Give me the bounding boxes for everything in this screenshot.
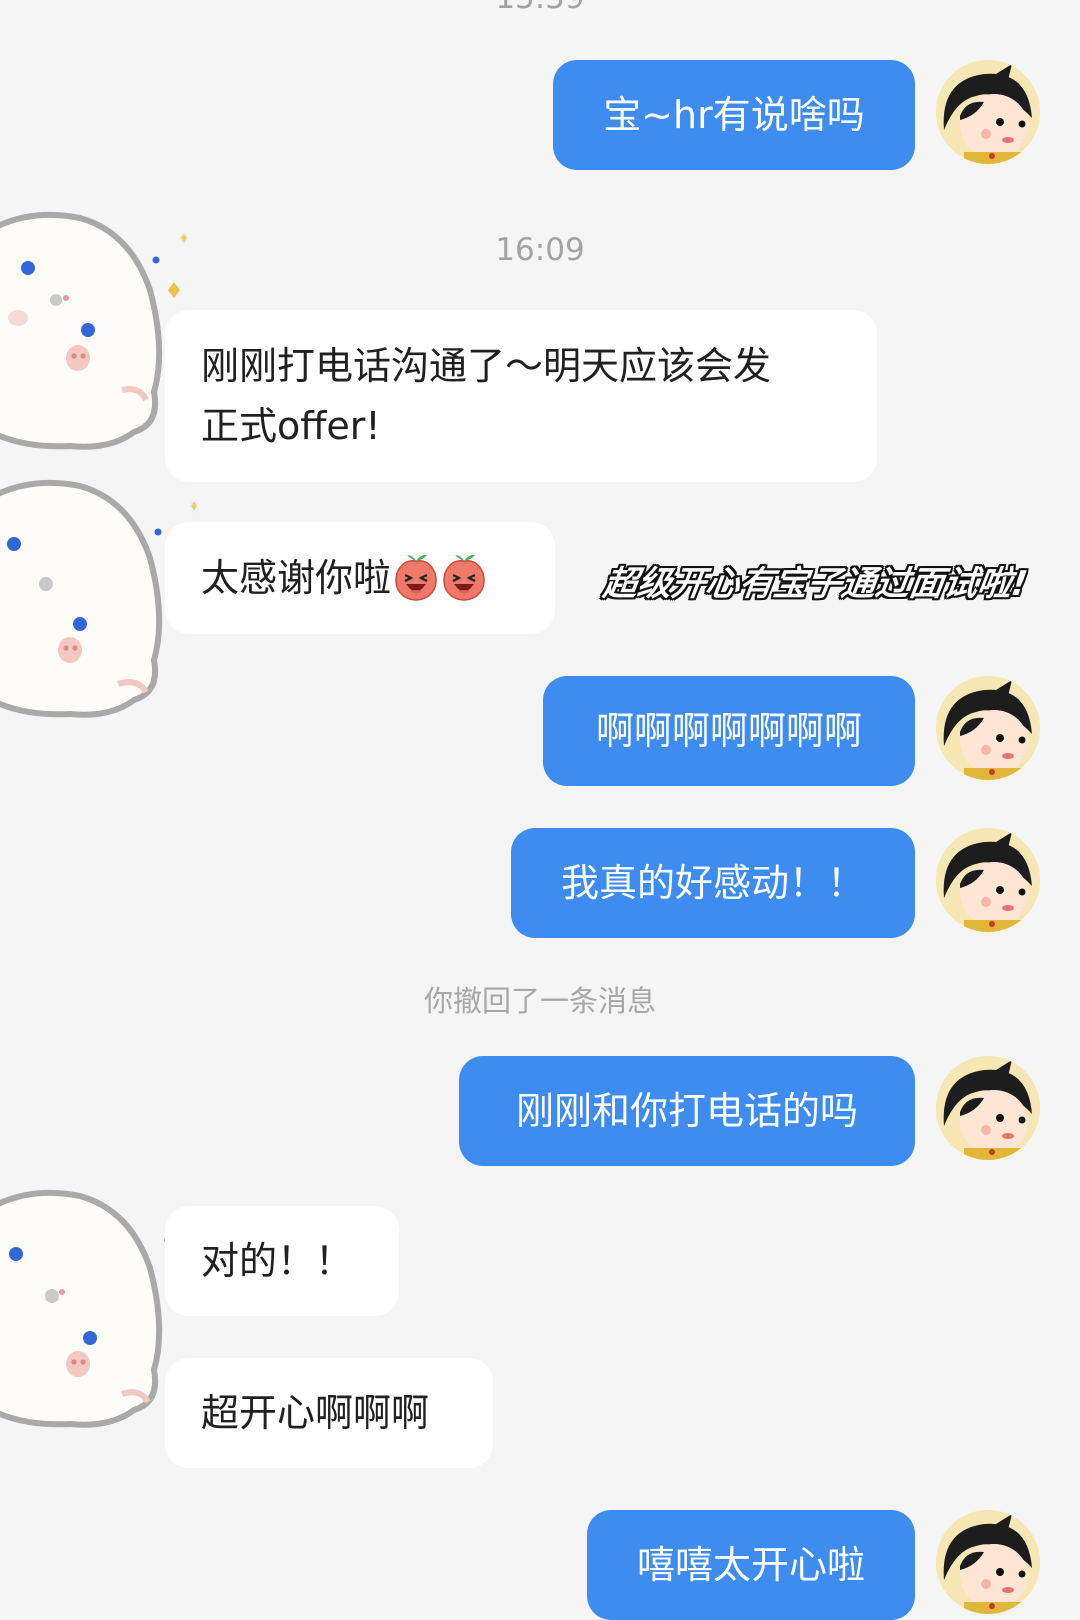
- incoming-message[interactable]: 对的！！: [165, 1206, 399, 1316]
- self-avatar[interactable]: [936, 1510, 1040, 1614]
- contact-avatar[interactable]: [0, 478, 175, 728]
- cartoon-girl-avatar-icon: [936, 1510, 1040, 1614]
- outgoing-message[interactable]: 宝~hr有说啥吗: [553, 60, 915, 170]
- message-text: 宝~hr有说啥吗: [603, 93, 865, 137]
- white-fluffy-ghost-sticker-icon: [0, 479, 163, 718]
- overlay-caption: 超级开心有宝子通过面试啦!: [600, 564, 1030, 604]
- self-avatar[interactable]: [936, 676, 1040, 780]
- cartoon-girl-avatar-icon: [936, 676, 1040, 780]
- outgoing-message[interactable]: 嘻嘻太开心啦: [587, 1510, 915, 1620]
- laughing-peach-emoji-icon: [443, 554, 485, 601]
- self-avatar[interactable]: [936, 828, 1040, 932]
- contact-avatar[interactable]: [0, 210, 175, 460]
- timestamp-top: 15:59: [0, 0, 1080, 16]
- message-text-block: 刚刚打电话沟通了～明天应该会发 正式offer!: [201, 336, 771, 456]
- message-text: 刚刚和你打电话的吗: [515, 1089, 858, 1133]
- self-avatar[interactable]: [936, 60, 1040, 164]
- white-fluffy-ghost-sticker-icon: [0, 1189, 163, 1428]
- sparkle-icon: [152, 230, 190, 298]
- cartoon-girl-avatar-icon: [936, 60, 1040, 164]
- message-text: 啊啊啊啊啊啊啊: [595, 709, 862, 753]
- cartoon-girl-avatar-icon: [936, 828, 1040, 932]
- cartoon-girl-avatar-icon: [936, 1056, 1040, 1160]
- outgoing-message[interactable]: 刚刚和你打电话的吗: [459, 1056, 915, 1166]
- self-avatar[interactable]: [936, 1056, 1040, 1160]
- white-fluffy-ghost-sticker-icon: [0, 211, 163, 450]
- contact-avatar[interactable]: [0, 1188, 175, 1438]
- message-text: 我真的好感动！！: [560, 861, 865, 905]
- incoming-message[interactable]: 刚刚打电话沟通了～明天应该会发 正式offer!: [165, 310, 877, 482]
- message-text: 超开心啊啊啊: [201, 1391, 430, 1435]
- recall-notice: 你撤回了一条消息: [423, 984, 656, 1018]
- message-text: 太感谢你啦: [201, 556, 392, 600]
- message-text-line: 刚刚打电话沟通了～明天应该会发: [201, 344, 772, 388]
- outgoing-message[interactable]: 啊啊啊啊啊啊啊: [543, 676, 915, 786]
- laughing-peach-emoji-icon: [395, 554, 437, 601]
- message-text: 对的！！: [201, 1239, 354, 1283]
- incoming-message[interactable]: 超开心啊啊啊: [165, 1358, 493, 1468]
- incoming-message[interactable]: 太感谢你啦: [165, 522, 555, 634]
- outgoing-message[interactable]: 我真的好感动！！: [511, 828, 915, 938]
- chat-view: 15:59 宝~hr有说啥吗 16:09: [0, 0, 1080, 1620]
- message-text-line: 正式offer!: [201, 404, 381, 448]
- message-text: 嘻嘻太开心啦: [636, 1543, 865, 1587]
